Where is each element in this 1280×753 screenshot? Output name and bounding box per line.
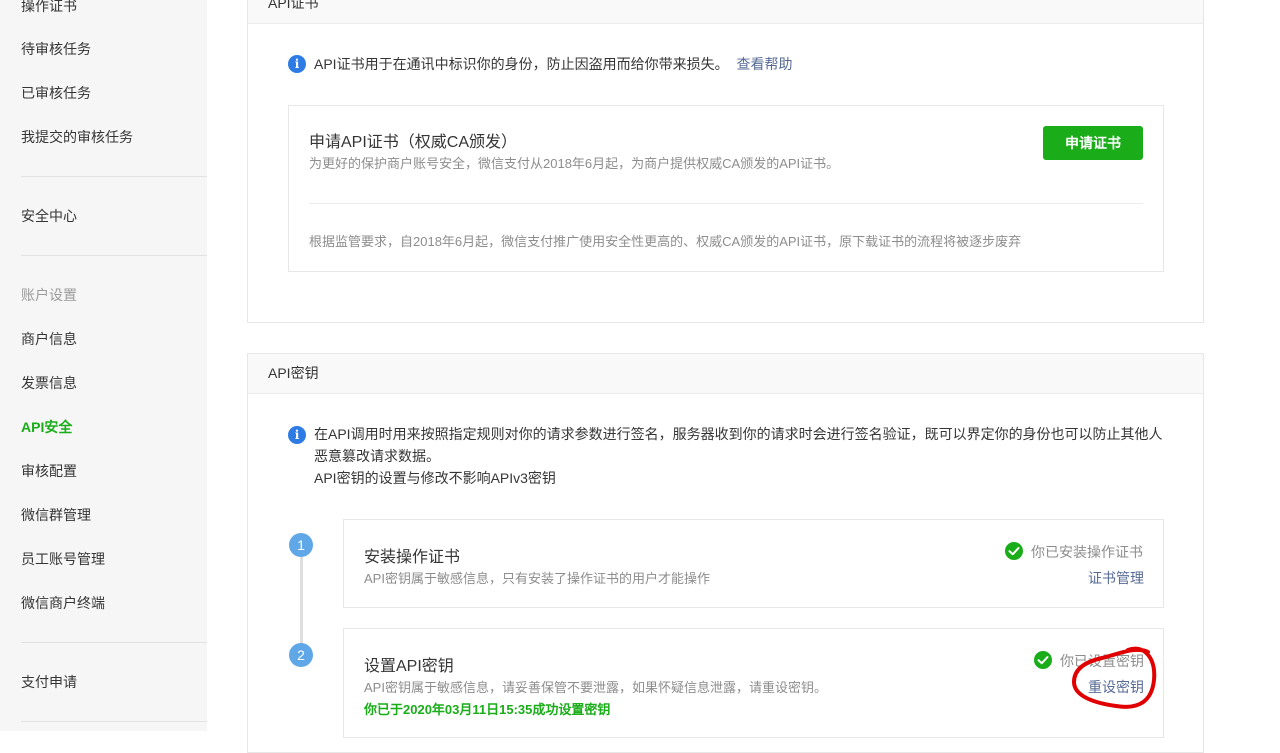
highlight-circle-annotation	[1072, 646, 1157, 709]
step-title: 设置API密钥	[364, 658, 454, 675]
step-number: 2	[289, 643, 313, 667]
check-circle-icon	[1034, 651, 1052, 669]
api-key-info-line1: 在API调用时用来按照指定规则对你的请求参数进行签名，服务器收到你的请求时会进行…	[314, 426, 1163, 442]
api-key-info-line2: 恶意篡改请求数据。	[314, 448, 440, 464]
sidebar-item-invoice-info[interactable]: 发票信息	[21, 373, 77, 393]
sidebar-item-staff-accounts[interactable]: 员工账号管理	[21, 549, 105, 569]
step-title: 安装操作证书	[364, 549, 461, 566]
sidebar-divider	[21, 721, 207, 722]
step-number: 1	[289, 533, 313, 557]
sidebar-item-merchant-terminal[interactable]: 微信商户终端	[21, 593, 105, 613]
api-key-info-line3: API密钥的设置与修改不影响APIv3密钥	[314, 470, 556, 486]
sidebar-item-review-config[interactable]: 审核配置	[21, 461, 77, 481]
sidebar-item-security-center[interactable]: 安全中心	[21, 206, 77, 226]
info-icon: i	[288, 426, 306, 444]
step-desc: API密钥属于敏感信息，只有安装了操作证书的用户才能操作	[364, 571, 710, 586]
sidebar-divider	[21, 176, 207, 177]
step-install-cert-box	[343, 519, 1164, 608]
sidebar-item-my-submitted[interactable]: 我提交的审核任务	[21, 127, 133, 147]
cert-notice: 根据监管要求，自2018年6月起，微信支付推广使用安全性更高的、权威CA颁发的A…	[309, 234, 1022, 249]
key-set-time-note: 你已于2020年03月11日15:35成功设置密钥	[364, 702, 611, 717]
sidebar-item-merchant-info[interactable]: 商户信息	[21, 329, 77, 349]
api-cert-info: API证书用于在通讯中标识你的身份，防止因盗用而给你带来损失。 查看帮助	[314, 53, 792, 75]
step-desc: API密钥属于敏感信息，请妥善保管不要泄露，如果怀疑信息泄露，请重设密钥。	[364, 680, 827, 695]
status-cert-installed: 你已安装操作证书	[1031, 544, 1143, 560]
apply-cert-title: 申请API证书（权威CA颁发）	[309, 134, 518, 151]
sidebar-item-api-security[interactable]: API安全	[21, 417, 72, 437]
info-icon: i	[288, 55, 306, 73]
apply-cert-button[interactable]: 申请证书	[1043, 126, 1143, 160]
sidebar-item-wechat-group[interactable]: 微信群管理	[21, 505, 91, 525]
divider	[309, 203, 1143, 204]
sidebar-item-pending-review[interactable]: 待审核任务	[21, 39, 91, 59]
api-key-panel-title: API密钥	[248, 354, 1203, 394]
help-link[interactable]: 查看帮助	[736, 56, 792, 72]
sidebar-divider	[21, 642, 207, 643]
check-circle-icon	[1005, 542, 1023, 560]
api-cert-panel-title: API证书	[248, 0, 1203, 24]
sidebar: 操作证书 待审核任务 已审核任务 我提交的审核任务 安全中心 账户设置 商户信息…	[0, 0, 207, 731]
apply-cert-desc: 为更好的保护商户账号安全，微信支付从2018年6月起，为商户提供权威CA颁发的A…	[309, 156, 840, 171]
sidebar-divider	[21, 255, 207, 256]
sidebar-item-operation-cert[interactable]: 操作证书	[21, 0, 77, 16]
sidebar-item-reviewed[interactable]: 已审核任务	[21, 83, 91, 103]
cert-manage-link[interactable]: 证书管理	[1088, 568, 1144, 588]
sidebar-group-account-settings: 账户设置	[21, 287, 77, 303]
step-connector-line	[300, 557, 303, 652]
api-cert-info-text: API证书用于在通讯中标识你的身份，防止因盗用而给你带来损失。	[314, 56, 729, 72]
sidebar-item-pay-apply[interactable]: 支付申请	[21, 672, 77, 692]
